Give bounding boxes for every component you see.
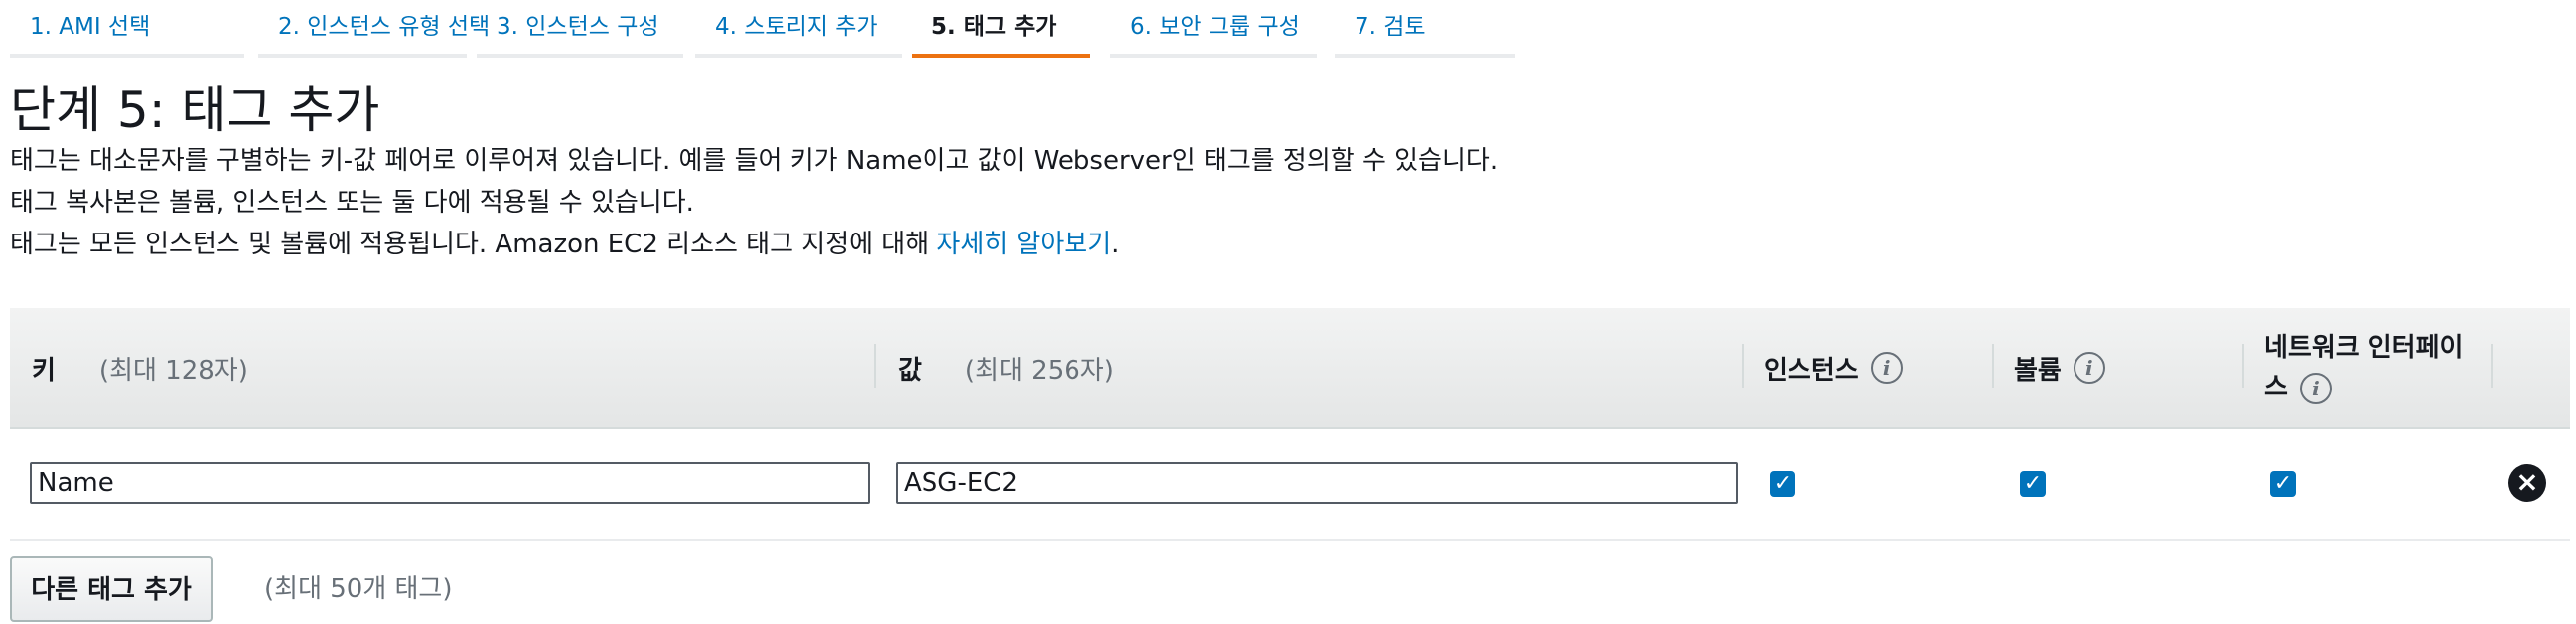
page-title: 단계 5: 태그 추가	[10, 81, 380, 139]
info-icon[interactable]: i	[2299, 373, 2332, 404]
instances-column-header: 인스턴스 i	[1764, 308, 1903, 427]
value-header-hint: (최대 256자)	[964, 355, 1114, 386]
column-divider[interactable]	[2491, 344, 2493, 388]
info-icon[interactable]: i	[2073, 352, 2105, 384]
column-divider[interactable]	[2242, 344, 2244, 388]
volumes-header-label: 볼륨	[2014, 355, 2062, 386]
tab-security-group[interactable]: 6. 보안 그룹 구성	[1110, 0, 1317, 58]
description-text: 태그는 모든 인스턴스 및 볼륨에 적용됩니다. Amazon EC2 리소스 …	[10, 230, 930, 259]
key-column-header: 키 (최대 128자)	[32, 308, 248, 427]
add-another-tag-button[interactable]: 다른 태그 추가	[10, 556, 213, 622]
tags-table-header: 키 (최대 128자) 값 (최대 256자) 인스턴스 i 볼륨 i 네트워크…	[10, 308, 2570, 429]
description-line-2: 태그 복사본은 볼륨, 인스턴스 또는 둘 다에 적용될 수 있습니다.	[10, 188, 694, 218]
eni-header-line-2-wrap: 스i	[2264, 368, 2463, 407]
tab-configure-instance[interactable]: 3. 인스턴스 구성	[477, 0, 683, 58]
description-period: .	[1111, 230, 1120, 259]
remove-tag-icon[interactable]: ×	[2508, 464, 2546, 502]
column-divider[interactable]	[1742, 344, 1744, 388]
tab-instance-type[interactable]: 2. 인스턴스 유형 선택	[258, 0, 490, 58]
description-line-3: 태그는 모든 인스턴스 및 볼륨에 적용됩니다. Amazon EC2 리소스 …	[10, 225, 1119, 264]
column-divider[interactable]	[1992, 344, 1994, 388]
tag-key-input[interactable]	[30, 462, 870, 504]
eni-header-line-1: 네트워크 인터페이	[2264, 333, 2464, 363]
key-header-hint: (최대 128자)	[98, 355, 248, 386]
network-interfaces-column-header: 네트워크 인터페이 스i	[2264, 308, 2512, 427]
volumes-checkbox[interactable]: ✓	[2020, 471, 2046, 497]
tag-value-input[interactable]	[896, 462, 1738, 504]
value-header-label: 값	[898, 355, 922, 386]
network-interfaces-header-label: 네트워크 인터페이 스i	[2264, 328, 2463, 407]
tab-ami[interactable]: 1. AMI 선택	[10, 0, 244, 58]
learn-more-link[interactable]: 자세히 알아보기	[936, 230, 1111, 259]
column-divider[interactable]	[874, 344, 876, 388]
tab-add-tags[interactable]: 5. 태그 추가	[912, 0, 1090, 58]
description-line-1: 태그는 대소문자를 구별하는 키-값 페어로 이루어져 있습니다. 예를 들어 …	[10, 146, 1499, 176]
value-column-header: 값 (최대 256자)	[898, 308, 1114, 427]
tab-add-storage[interactable]: 4. 스토리지 추가	[695, 0, 902, 58]
tab-review[interactable]: 7. 검토	[1335, 0, 1515, 58]
tag-limit-hint: (최대 50개 태그)	[264, 574, 453, 604]
volumes-column-header: 볼륨 i	[2014, 308, 2105, 427]
network-interfaces-checkbox[interactable]: ✓	[2270, 471, 2296, 497]
info-icon[interactable]: i	[1870, 352, 1903, 384]
instances-checkbox[interactable]: ✓	[1770, 471, 1795, 497]
instances-header-label: 인스턴스	[1764, 355, 1859, 386]
table-row: ✓ ✓ ✓ ×	[10, 429, 2570, 541]
key-header-label: 키	[32, 355, 56, 386]
eni-header-line-2: 스	[2264, 373, 2288, 402]
